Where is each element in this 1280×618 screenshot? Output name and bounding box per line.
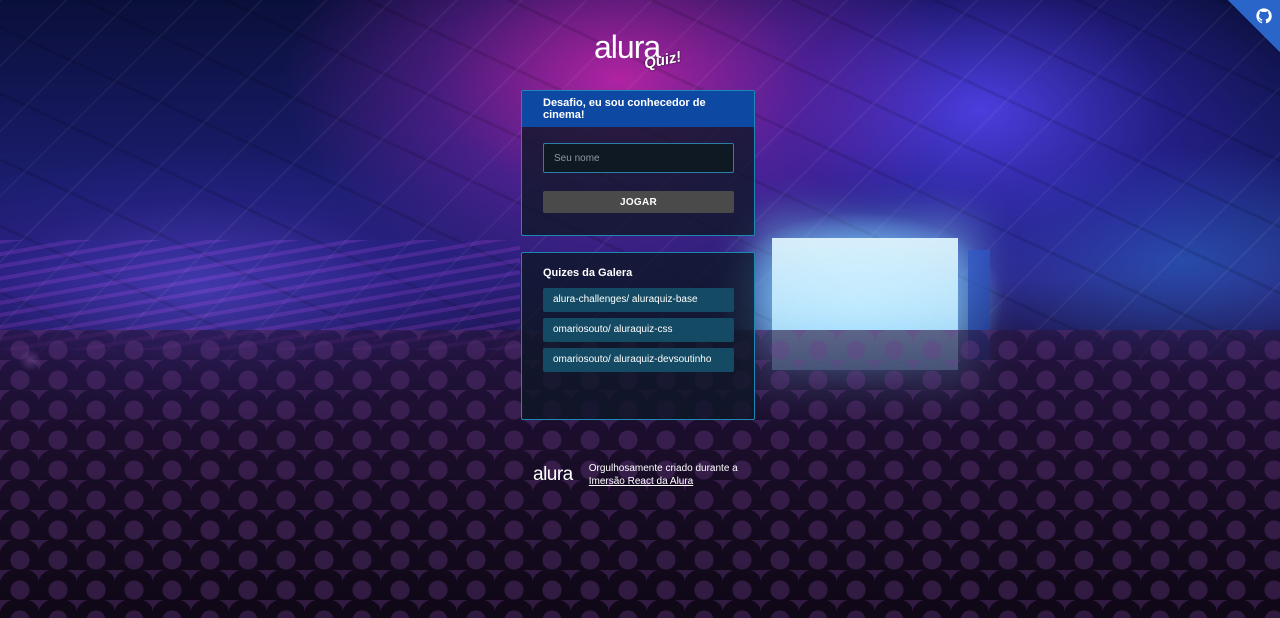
- quiz-link-item[interactable]: alura-challenges/ aluraquiz-base: [543, 288, 734, 312]
- imersao-react-link[interactable]: Imersão React da Alura: [589, 476, 694, 487]
- octocat-icon: [1256, 8, 1272, 24]
- footer-text: Orgulhosamente criado durante a Imersão …: [589, 462, 755, 488]
- quiz-widget: Desafio, eu sou conhecedor de cinema! JO…: [521, 90, 755, 236]
- github-corner-link[interactable]: [1228, 0, 1280, 52]
- footer: alura Orgulhosamente criado durante a Im…: [521, 452, 755, 498]
- footer-text-prefix: Orgulhosamente criado durante a: [588, 463, 738, 474]
- quiz-link-item[interactable]: omariosouto/ aluraquiz-devsoutinho: [543, 348, 734, 372]
- quiz-widget-header: Desafio, eu sou conhecedor de cinema!: [522, 91, 754, 127]
- quiz-link-item[interactable]: omariosouto/ aluraquiz-css: [543, 318, 734, 342]
- community-quizzes-title: Quizes da Galera: [543, 267, 633, 279]
- quiz-title: Desafio, eu sou conhecedor de cinema!: [543, 97, 706, 121]
- alura-quiz-logo: alura Quiz!: [594, 30, 690, 74]
- play-button[interactable]: JOGAR: [543, 191, 734, 213]
- footer-alura-logo[interactable]: alura: [533, 464, 573, 486]
- name-input[interactable]: [543, 143, 734, 173]
- community-quizzes-widget: Quizes da Galera alura-challenges/ alura…: [521, 252, 755, 420]
